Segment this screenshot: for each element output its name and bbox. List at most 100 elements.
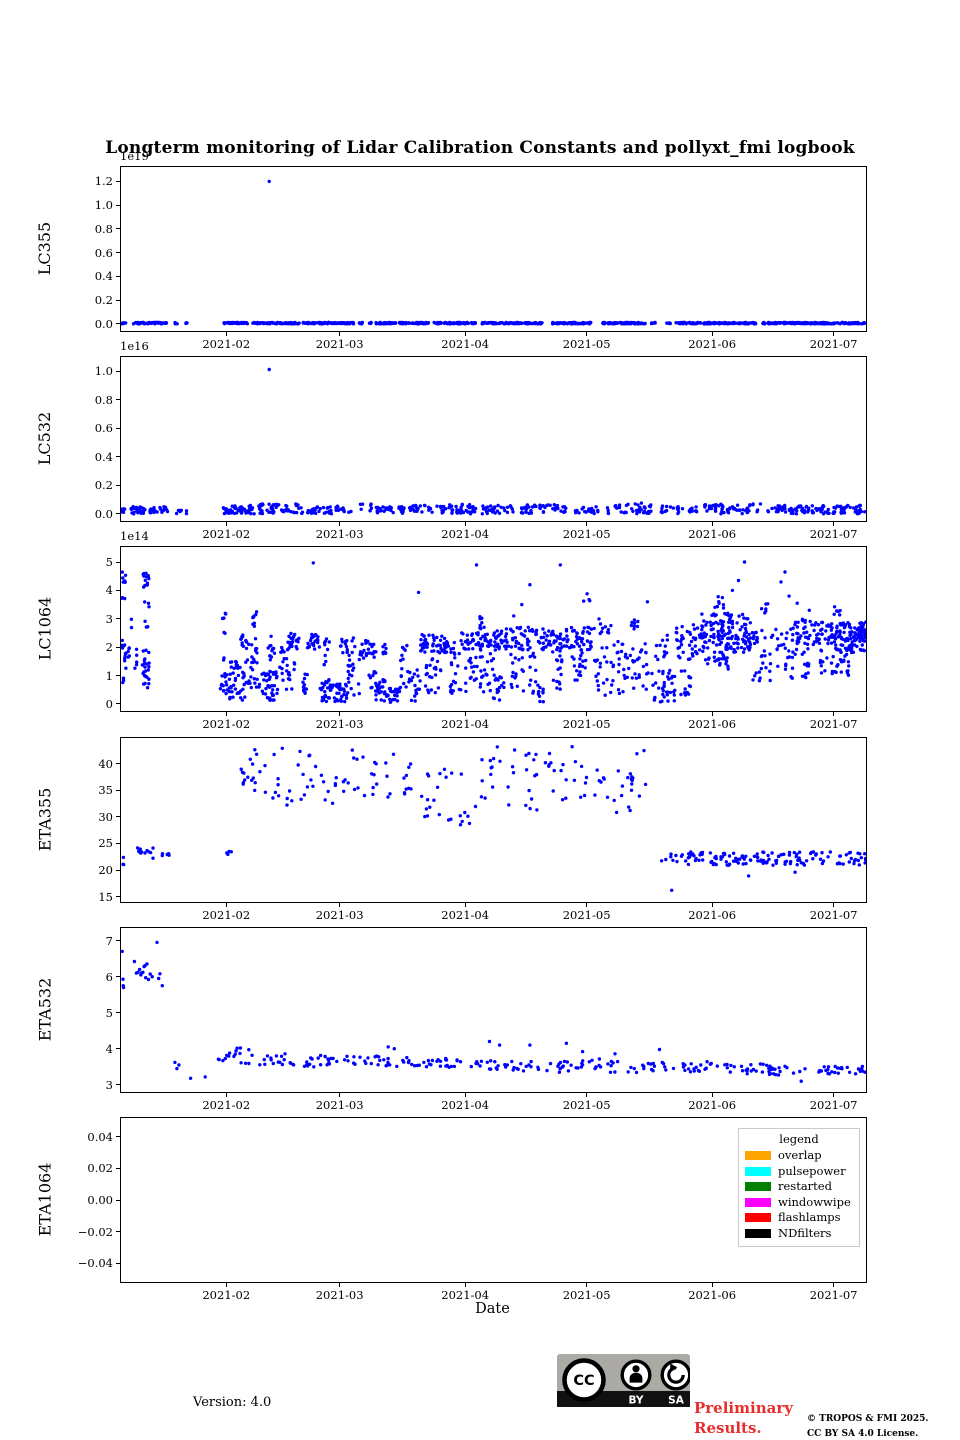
x-tick-label: 2021-05 — [562, 527, 611, 541]
x-axis-title: Date — [475, 1301, 510, 1317]
y-tick-label: 0.04 — [87, 1129, 113, 1144]
subplot-eta532: ETA532 3 4 5 6 7 2021-02 2021-03 2021-04 2021-05… — [36, 927, 867, 1112]
x-tick-label: 2021-07 — [809, 1288, 858, 1302]
y-tick-mark — [116, 484, 120, 486]
y-tick-label: 6 — [105, 969, 113, 984]
y-tick-mark — [116, 842, 120, 844]
x-tick-mark — [339, 522, 341, 526]
x-tick-label: 2021-02 — [202, 908, 251, 922]
y-tick-mark — [116, 427, 120, 429]
y-tick-mark — [116, 646, 120, 648]
y-tick-mark — [116, 1262, 120, 1264]
x-tick-label: 2021-05 — [562, 717, 611, 731]
x-tick-mark — [225, 903, 227, 907]
x-tick-mark — [464, 1093, 466, 1097]
axes-area: 3 4 5 6 7 2021-02 2021-03 2021-04 2021-05 2021-06… — [106, 927, 867, 1112]
y-tick-mark — [116, 763, 120, 765]
x-tick-mark — [711, 332, 713, 336]
x-tick-label: 2021-02 — [202, 1288, 251, 1302]
y-tick-mark — [116, 869, 120, 871]
y-tick-mark — [116, 228, 120, 230]
x-tick-mark — [586, 1093, 588, 1097]
axes-area: 0 1 2 3 4 5 2021-02 2021-03 2021-04 2021-05 2021-0… — [106, 546, 867, 731]
legend-entry-label: NDfilters — [778, 1225, 832, 1240]
y-tick-mark — [116, 252, 120, 254]
y-tick-mark — [116, 1199, 120, 1201]
y-tick-mark — [116, 976, 120, 978]
x-tick-mark — [586, 332, 588, 336]
axes-area: 0.0 0.2 0.4 0.6 0.8 1.0 2021-02 2021-03 2021-04 2… — [95, 356, 867, 541]
x-tick-label: 2021-04 — [441, 908, 490, 922]
y-tick-label: 1 — [105, 668, 113, 683]
x-tick-mark — [833, 522, 835, 526]
x-tick-label: 2021-03 — [315, 1288, 364, 1302]
y-tick-label: 1.0 — [94, 198, 113, 213]
scatter-points — [121, 560, 866, 704]
x-tick-mark — [339, 1093, 341, 1097]
x-tick-label: 2021-04 — [441, 1288, 490, 1302]
y-axis-label: ETA532 — [35, 977, 55, 1041]
legend-entry-label: overlap — [778, 1148, 822, 1162]
cc-icon-text: CC — [573, 1373, 594, 1389]
scatter-points — [121, 367, 866, 516]
x-tick-mark — [464, 903, 466, 907]
x-tick-label: 2021-06 — [688, 337, 737, 351]
x-tick-mark — [833, 1283, 835, 1287]
x-tick-label: 2021-02 — [202, 717, 251, 731]
x-tick-mark — [833, 903, 835, 907]
x-tick-mark — [711, 522, 713, 526]
y-tick-mark — [116, 1048, 120, 1050]
pulsepower-swatch — [745, 1166, 771, 1176]
axis-offset-label: 1e16 — [120, 339, 149, 353]
x-tick-label: 2021-03 — [315, 717, 364, 731]
x-tick-mark — [464, 332, 466, 336]
y-tick-label: 20 — [98, 863, 113, 878]
y-tick-mark — [116, 589, 120, 591]
subplot-eta355: ETA355 15 20 25 30 35 40 2021-02 2021-03 2021-04… — [36, 737, 867, 922]
y-tick-label: 0.6 — [94, 421, 113, 436]
x-tick-mark — [464, 712, 466, 716]
figure: Longterm monitoring of Lidar Calibration… — [0, 0, 960, 1440]
overlap-swatch — [745, 1151, 771, 1161]
x-tick-mark — [225, 332, 227, 336]
x-tick-mark — [711, 903, 713, 907]
y-tick-mark — [116, 180, 120, 182]
x-tick-label: 2021-05 — [562, 1098, 611, 1112]
x-tick-label: 2021-06 — [688, 1098, 737, 1112]
y-tick-mark — [116, 703, 120, 705]
x-tick-label: 2021-04 — [441, 527, 490, 541]
y-tick-label: 30 — [98, 809, 113, 824]
x-tick-mark — [339, 712, 341, 716]
sa-label: SA — [668, 1395, 685, 1407]
x-tick-label: 2021-07 — [809, 1098, 858, 1112]
y-tick-mark — [116, 789, 120, 791]
x-tick-label: 2021-06 — [688, 527, 737, 541]
sa-arrow-icon — [660, 1359, 690, 1391]
legend-entry: overlap — [745, 1148, 853, 1164]
x-tick-label: 2021-07 — [809, 337, 858, 351]
x-tick-mark — [586, 903, 588, 907]
y-tick-label: 7 — [105, 933, 113, 948]
x-tick-mark — [464, 522, 466, 526]
legend-entry: flashlamps — [745, 1210, 853, 1226]
y-tick-mark — [116, 204, 120, 206]
y-tick-mark — [116, 896, 120, 898]
x-tick-label: 2021-05 — [562, 1288, 611, 1302]
copyright-license-note: © TROPOS & FMI 2025. CC BY SA 4.0 Licens… — [807, 1414, 929, 1439]
x-tick-mark — [711, 1093, 713, 1097]
x-tick-mark — [711, 1283, 713, 1287]
y-tick-mark — [116, 561, 120, 563]
by-person-icon — [620, 1359, 652, 1391]
x-tick-label: 2021-07 — [809, 908, 858, 922]
y-tick-label: 4 — [105, 1041, 113, 1056]
x-tick-label: 2021-06 — [688, 1288, 737, 1302]
y-axis-label: LC1064 — [35, 596, 55, 660]
y-tick-label: 3 — [105, 611, 113, 626]
y-tick-label: 1.2 — [94, 174, 113, 189]
x-tick-label: 2021-07 — [809, 527, 858, 541]
y-tick-mark — [116, 675, 120, 677]
y-tick-mark — [116, 816, 120, 818]
x-tick-label: 2021-05 — [562, 337, 611, 351]
y-tick-label: 40 — [98, 756, 113, 771]
y-tick-mark — [116, 323, 120, 325]
